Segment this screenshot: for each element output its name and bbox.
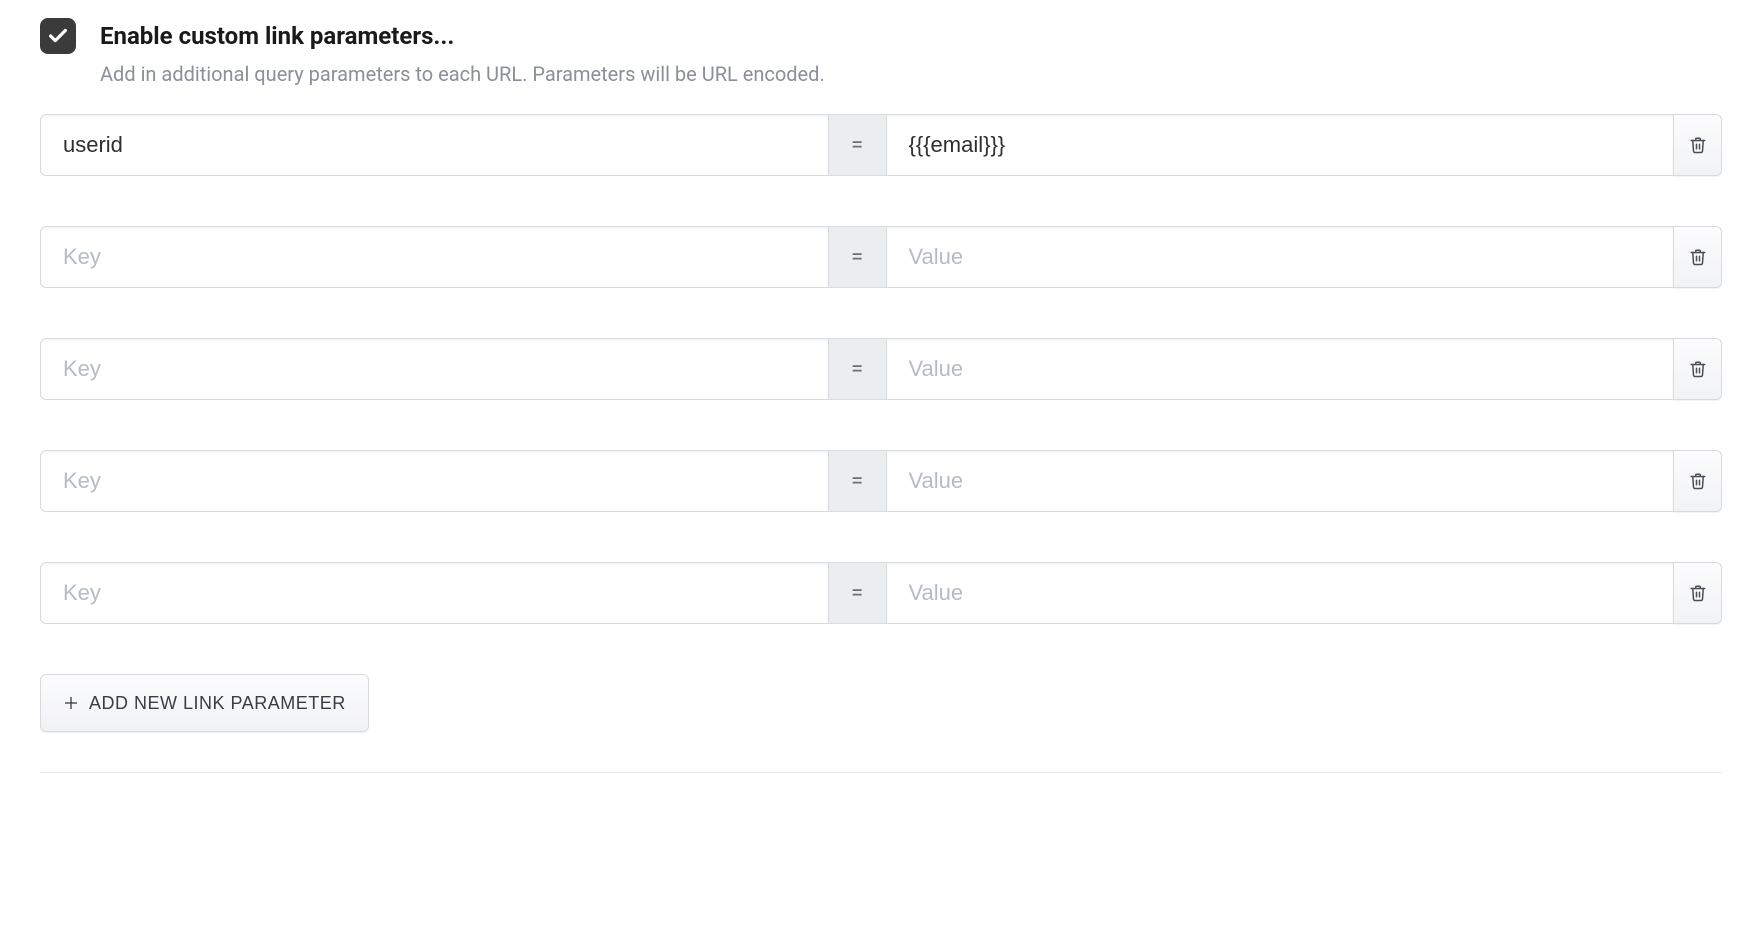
trash-icon — [1689, 472, 1707, 490]
parameter-value-input[interactable] — [887, 226, 1675, 288]
parameter-key-input[interactable] — [40, 114, 829, 176]
equals-separator: = — [829, 226, 887, 288]
trash-icon — [1689, 248, 1707, 266]
add-button-label: ADD NEW LINK PARAMETER — [89, 693, 346, 714]
delete-parameter-button[interactable] — [1674, 562, 1722, 624]
section-heading: Enable custom link parameters... — [100, 22, 454, 50]
trash-icon — [1689, 360, 1707, 378]
plus-icon — [63, 695, 79, 711]
section-description: Add in additional query parameters to ea… — [100, 62, 1722, 86]
trash-icon — [1689, 584, 1707, 602]
delete-parameter-button[interactable] — [1674, 226, 1722, 288]
section-divider — [40, 772, 1722, 773]
add-new-link-parameter-button[interactable]: ADD NEW LINK PARAMETER — [40, 674, 369, 732]
trash-icon — [1689, 136, 1707, 154]
delete-parameter-button[interactable] — [1674, 114, 1722, 176]
parameter-row: = — [40, 562, 1722, 624]
parameter-row: = — [40, 114, 1722, 176]
enable-custom-link-params-checkbox[interactable] — [40, 18, 76, 54]
parameter-row: = — [40, 338, 1722, 400]
parameter-value-input[interactable] — [887, 450, 1675, 512]
parameter-rows-container: = = = = = — [40, 114, 1722, 624]
delete-parameter-button[interactable] — [1674, 338, 1722, 400]
parameter-value-input[interactable] — [887, 114, 1675, 176]
parameter-value-input[interactable] — [887, 562, 1675, 624]
parameter-key-input[interactable] — [40, 226, 829, 288]
parameter-row: = — [40, 450, 1722, 512]
checkmark-icon — [47, 25, 69, 47]
equals-separator: = — [829, 562, 887, 624]
delete-parameter-button[interactable] — [1674, 450, 1722, 512]
equals-separator: = — [829, 114, 887, 176]
parameter-key-input[interactable] — [40, 450, 829, 512]
parameter-row: = — [40, 226, 1722, 288]
equals-separator: = — [829, 338, 887, 400]
parameter-value-input[interactable] — [887, 338, 1675, 400]
equals-separator: = — [829, 450, 887, 512]
parameter-key-input[interactable] — [40, 338, 829, 400]
parameter-key-input[interactable] — [40, 562, 829, 624]
